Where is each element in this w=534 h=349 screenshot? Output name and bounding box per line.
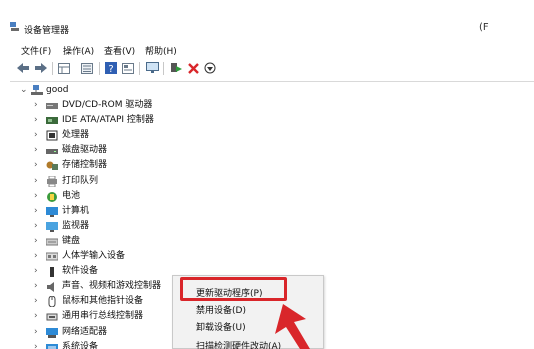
- network-adapter-icon: [46, 328, 58, 338]
- tree-item[interactable]: › 键盘: [0, 234, 340, 249]
- uninstall-x-icon[interactable]: [186, 61, 200, 75]
- title-bar: [0, 0, 534, 40]
- tree-item[interactable]: › 磁盘驱动器: [0, 143, 340, 158]
- tree-item-label: 计算机: [62, 206, 90, 216]
- tree-item-label: 系统设备: [62, 342, 99, 349]
- menu-help[interactable]: 帮助(H): [145, 44, 177, 57]
- toolbar-separator: [52, 62, 53, 75]
- chevron-right-icon[interactable]: ›: [34, 280, 38, 292]
- chevron-right-icon[interactable]: ›: [34, 114, 38, 126]
- tree-root[interactable]: ⌄ good: [0, 84, 534, 98]
- tree-item-label: 声音、视频和游戏控制器: [62, 281, 162, 291]
- chevron-right-icon[interactable]: ›: [34, 265, 38, 277]
- window-control-partial[interactable]: (F: [479, 22, 489, 33]
- tree-item[interactable]: › IDE ATA/ATAPI 控制器: [0, 113, 340, 128]
- tree-item-label: 键盘: [62, 236, 81, 246]
- computer-monitor-icon: [46, 207, 58, 217]
- tree-item-label: 磁盘驱动器: [62, 145, 108, 155]
- processor-icon: [46, 130, 58, 141]
- chevron-right-icon[interactable]: ›: [34, 326, 38, 338]
- tree-item-label: 软件设备: [62, 266, 99, 276]
- tree-item-label: 网络适配器: [62, 327, 108, 337]
- hid-icon: [46, 252, 58, 261]
- chevron-right-icon[interactable]: ›: [34, 99, 38, 111]
- chevron-right-icon[interactable]: ›: [34, 220, 38, 232]
- disk-drive-icon: [46, 149, 58, 154]
- update-driver-icon[interactable]: [203, 61, 217, 75]
- keyboard-icon: [46, 238, 58, 246]
- mouse-icon: [48, 296, 56, 307]
- tree-root-label: good: [46, 85, 69, 95]
- tree-item-label: 电池: [62, 191, 81, 201]
- back-arrow-icon[interactable]: [16, 61, 30, 75]
- tree-item-label: 处理器: [62, 130, 90, 140]
- device-manager-app-icon: [10, 22, 19, 31]
- menu-view[interactable]: 查看(V): [104, 44, 135, 57]
- enable-device-icon[interactable]: [169, 61, 183, 75]
- tree-item[interactable]: › 存储控制器: [0, 158, 340, 173]
- tree-item[interactable]: › 计算机: [0, 204, 340, 219]
- properties-icon[interactable]: [121, 61, 135, 75]
- window-title: 设备管理器: [24, 26, 70, 36]
- tree-item[interactable]: › 监视器: [0, 219, 340, 234]
- monitor-icon[interactable]: [145, 61, 159, 75]
- tree-item[interactable]: › DVD/CD-ROM 驱动器: [0, 98, 340, 113]
- tree-item[interactable]: › 处理器: [0, 128, 340, 143]
- toolbar-separator: [163, 62, 164, 75]
- chevron-right-icon[interactable]: ›: [34, 144, 38, 156]
- tree-item-label: 打印队列: [62, 176, 99, 186]
- properties-grid-icon[interactable]: [57, 61, 71, 75]
- menu-action[interactable]: 操作(A): [63, 44, 94, 57]
- tree-item[interactable]: › 电池: [0, 189, 340, 204]
- tree-item-label: DVD/CD-ROM 驱动器: [62, 100, 153, 110]
- chevron-right-icon[interactable]: ›: [34, 129, 38, 141]
- chevron-right-icon[interactable]: ›: [34, 159, 38, 171]
- software-device-icon: [50, 267, 54, 277]
- ide-controller-icon: [46, 117, 58, 124]
- speaker-icon: [47, 282, 54, 292]
- svg-text:?: ?: [108, 64, 113, 74]
- context-item-uninstall-device[interactable]: 卸载设备(U): [196, 320, 246, 333]
- usb-icon: [46, 313, 58, 321]
- menu-file[interactable]: 文件(F): [21, 44, 51, 57]
- tree-item-label: 通用串行总线控制器: [62, 311, 144, 321]
- context-item-disable-device[interactable]: 禁用设备(D): [196, 303, 246, 316]
- tree-item-label: 人体学输入设备: [62, 251, 126, 261]
- tree-item-label: IDE ATA/ATAPI 控制器: [62, 115, 154, 125]
- monitor-icon: [46, 222, 58, 232]
- chevron-down-icon[interactable]: ⌄: [20, 84, 28, 96]
- toolbar-separator: [139, 62, 140, 75]
- toolbar-separator: [99, 62, 100, 75]
- storage-controller-icon: [46, 161, 58, 170]
- tree-item-label: 存储控制器: [62, 160, 108, 170]
- chevron-right-icon[interactable]: ›: [34, 175, 38, 187]
- chevron-right-icon[interactable]: ›: [34, 190, 38, 202]
- system-device-icon: [46, 344, 58, 349]
- tree-item-label: 鼠标和其他指针设备: [62, 296, 144, 306]
- tree-item[interactable]: › 人体学输入设备: [0, 249, 340, 264]
- chevron-right-icon[interactable]: ›: [34, 205, 38, 217]
- chevron-right-icon[interactable]: ›: [34, 310, 38, 322]
- dvd-drive-icon: [46, 103, 58, 109]
- printer-icon: [47, 176, 57, 187]
- tree-item-label: 监视器: [62, 221, 90, 231]
- forward-arrow-icon[interactable]: [34, 61, 48, 75]
- pointer-arrow-icon: [275, 304, 310, 349]
- toolbar-divider: [10, 81, 534, 82]
- help-icon[interactable]: ?: [104, 61, 118, 75]
- computer-icon: [31, 85, 43, 95]
- chevron-right-icon[interactable]: ›: [34, 250, 38, 262]
- tree-item[interactable]: › 打印队列: [0, 174, 340, 189]
- chevron-right-icon[interactable]: ›: [34, 295, 38, 307]
- chevron-right-icon[interactable]: ›: [34, 235, 38, 247]
- chevron-right-icon[interactable]: ›: [34, 341, 38, 349]
- refresh-list-icon[interactable]: [80, 61, 94, 75]
- battery-icon: [47, 192, 57, 202]
